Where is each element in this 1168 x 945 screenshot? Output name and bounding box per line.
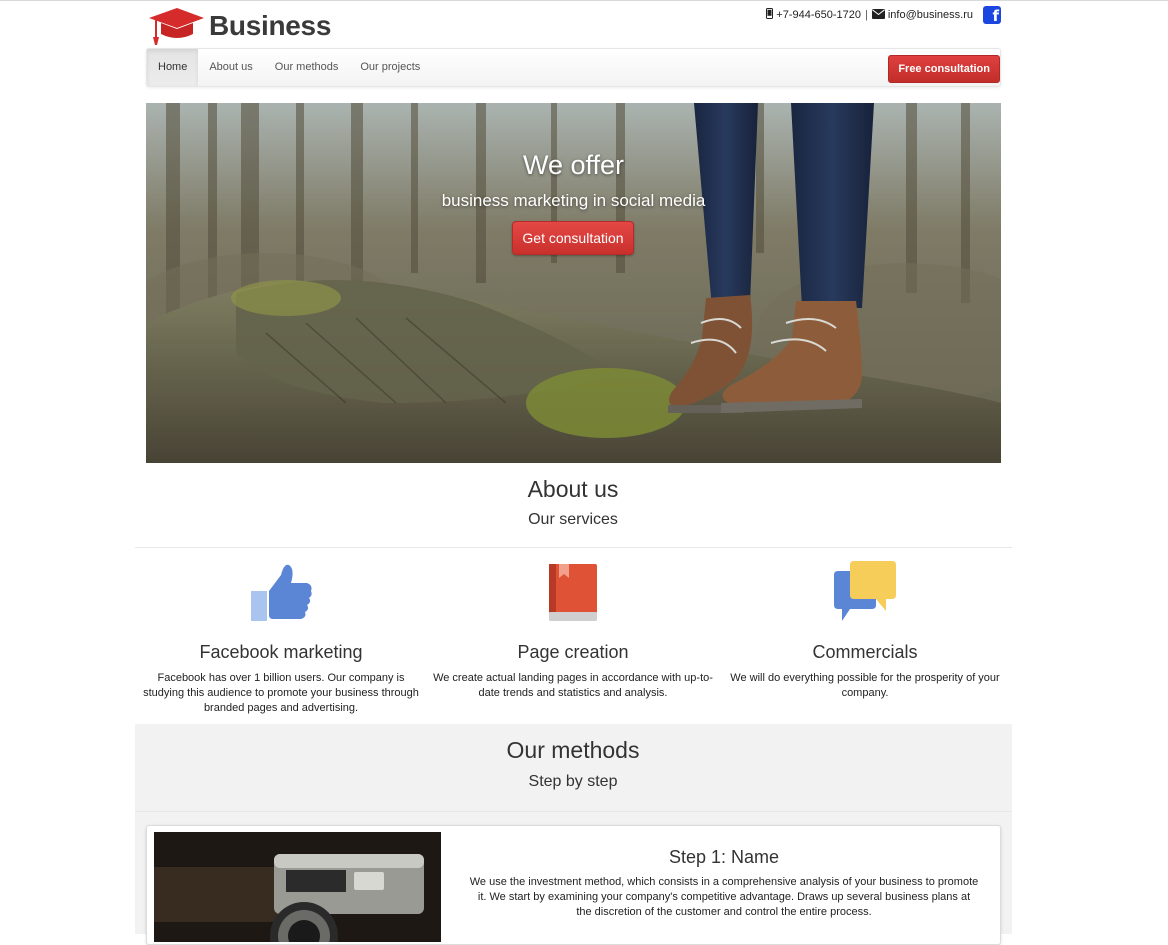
service-page-creation: Page creation We create actual landing p… (427, 560, 719, 701)
thumbs-up-icon (251, 564, 312, 621)
nav-item-our-methods[interactable]: Our methods (264, 49, 350, 86)
phone-number[interactable]: +7-944-650-1720 (776, 9, 861, 21)
email-link[interactable]: info@business.ru (888, 9, 973, 21)
service-commercials: Commercials We will do everything possib… (719, 560, 1011, 701)
get-consultation-button[interactable]: Get consultation (512, 221, 634, 255)
service-text: We will do everything possible for the p… (730, 672, 1000, 699)
hero-subtitle: business marketing in social media (441, 191, 706, 210)
facebook-icon[interactable]: f (983, 6, 1001, 25)
nav-item-about-us[interactable]: About us (198, 49, 263, 86)
service-title: Commercials (812, 642, 918, 662)
methods-title: Our methods (506, 737, 640, 763)
methods-subtitle: Step by step (528, 773, 618, 790)
mobile-phone-icon (766, 8, 774, 22)
service-title: Facebook marketing (199, 642, 363, 662)
nav-item-our-projects[interactable]: Our projects (349, 49, 431, 86)
step-image (154, 832, 441, 942)
brand[interactable]: Business (147, 5, 331, 47)
free-consultation-button[interactable]: Free consultation (888, 55, 1000, 83)
step-card: Step 1: Name We use the investment metho… (146, 825, 1001, 945)
section-divider (135, 547, 1012, 548)
service-facebook-marketing: Facebook marketing Facebook has over 1 b… (135, 560, 427, 716)
camera-photo (154, 832, 441, 942)
chat-bubbles-icon (834, 561, 896, 621)
contacts: +7-944-650-1720 | info@business.ru f (766, 6, 1001, 25)
hero-title: We offer (522, 150, 625, 180)
step-text: We use the investment method, which cons… (469, 876, 979, 918)
nav-menu: Home About us Our methods Our projects (147, 49, 431, 86)
top-border (0, 0, 1168, 1)
hero-banner: We offer business marketing in social me… (146, 103, 1001, 463)
service-text: We create actual landing pages in accord… (433, 672, 713, 699)
about-title: About us (527, 476, 619, 502)
contact-separator: | (864, 9, 868, 21)
step-title: Step 1: Name (668, 847, 780, 867)
envelope-icon (871, 8, 885, 22)
navbar: Home About us Our methods Our projects F… (146, 48, 1001, 87)
service-text: Facebook has over 1 billion users. Our c… (143, 672, 419, 714)
book-icon (549, 564, 597, 621)
about-subtitle: Our services (528, 511, 618, 528)
nav-item-home[interactable]: Home (147, 49, 199, 86)
section-divider (135, 811, 1012, 812)
brand-name: Business (209, 10, 332, 41)
service-title: Page creation (517, 642, 629, 662)
graduation-cap-icon (149, 8, 204, 45)
